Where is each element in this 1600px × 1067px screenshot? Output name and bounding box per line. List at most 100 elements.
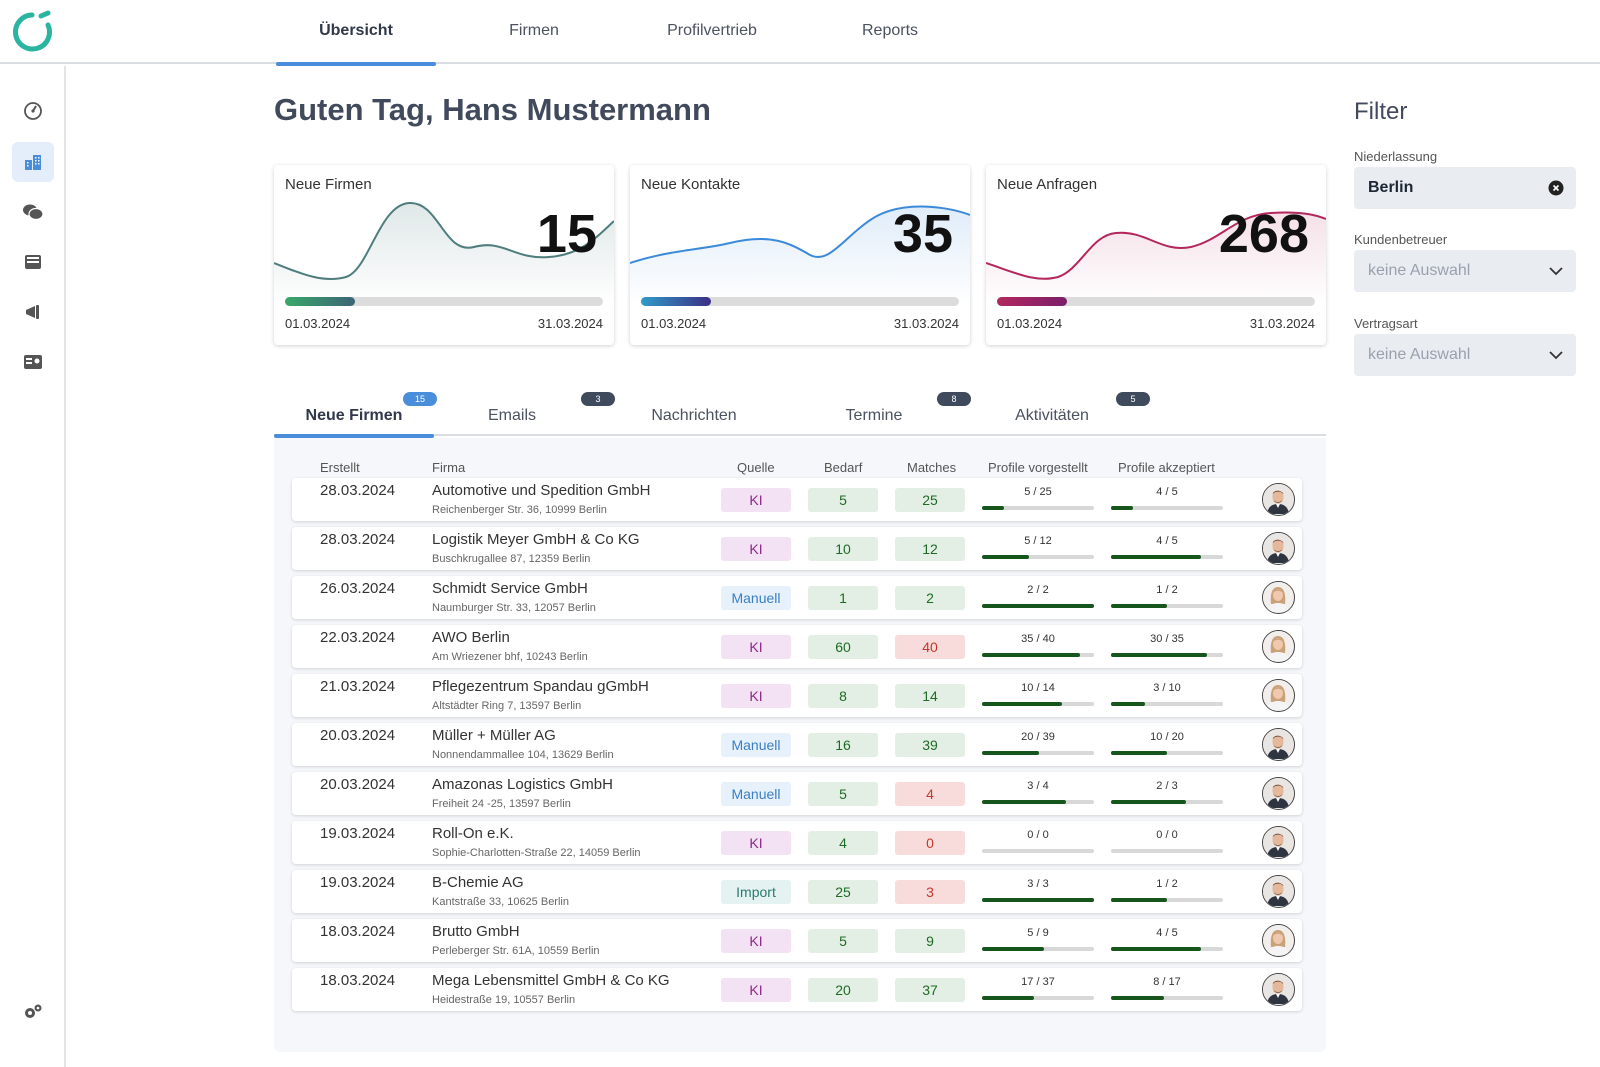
company-name[interactable]: Automotive und Spedition GmbH <box>432 482 650 499</box>
col-header-quelle[interactable]: Quelle <box>737 460 775 475</box>
table-row[interactable]: 26.03.2024 Schmidt Service GmbH Naumburger… <box>292 576 1302 619</box>
progress-track <box>1111 702 1223 706</box>
card-progress-track <box>997 297 1315 306</box>
table-row[interactable]: 18.03.2024 Brutto GmbH Perleberger Str. 61… <box>292 919 1302 962</box>
assignee-avatar[interactable] <box>1262 924 1295 957</box>
card-end-date: 31.03.2024 <box>1249 316 1315 331</box>
kundenbetreuer-value: keine Auswahl <box>1368 262 1471 279</box>
settings-gears-icon[interactable] <box>12 992 54 1032</box>
assignee-avatar[interactable] <box>1262 532 1295 565</box>
col-header-matches[interactable]: Matches <box>907 460 956 475</box>
matches-value[interactable]: 3 <box>895 880 965 904</box>
col-header-profile-akzeptiert[interactable]: Profile akzeptiert <box>1118 460 1215 475</box>
kundenbetreuer-select[interactable]: keine Auswahl <box>1354 250 1576 292</box>
table-row[interactable]: 21.03.2024 Pflegezentrum Spandau gGmbH Alt… <box>292 674 1302 717</box>
table-row[interactable]: 28.03.2024 Logistik Meyer GmbH & Co KG Bus… <box>292 527 1302 570</box>
stat-card-neue-firmen[interactable]: Neue Firmen 15 01.03.2024 31.03.2024 <box>274 165 614 345</box>
progress-track <box>1111 604 1223 608</box>
progress-text: 10 / 20 <box>1150 731 1184 743</box>
progress-track <box>1111 751 1223 755</box>
bedarf-value: 4 <box>808 831 878 855</box>
profile-akzeptiert-progress: 0 / 0 <box>1111 829 1223 853</box>
card-value: 15 <box>536 204 597 264</box>
nav-tab-firmen[interactable]: Firmen <box>474 0 594 64</box>
progress-track <box>1111 849 1223 853</box>
table-row[interactable]: 22.03.2024 AWO Berlin Am Wriezener bhf, 10… <box>292 625 1302 668</box>
tab-neue-firmen[interactable]: Neue Firmen <box>274 407 434 438</box>
progress-fill <box>982 604 1094 608</box>
company-name[interactable]: Roll-On e.K. <box>432 825 514 842</box>
table-row[interactable]: 19.03.2024 Roll-On e.K. Sophie-Charlotten-… <box>292 821 1302 864</box>
col-header-erstellt[interactable]: Erstellt <box>320 460 360 475</box>
matches-value[interactable]: 39 <box>895 733 965 757</box>
card-title: Neue Anfragen <box>997 176 1098 193</box>
assignee-avatar[interactable] <box>1262 728 1295 761</box>
table-row[interactable]: 18.03.2024 Mega Lebensmittel GmbH & Co KG… <box>292 968 1302 1011</box>
matches-value[interactable]: 0 <box>895 831 965 855</box>
company-name[interactable]: Pflegezentrum Spandau gGmbH <box>432 678 649 695</box>
tab-aktivitaeten[interactable]: Aktivitäten <box>982 407 1122 436</box>
assignee-avatar[interactable] <box>1262 483 1295 516</box>
company-name[interactable]: Müller + Müller AG <box>432 727 556 744</box>
matches-value[interactable]: 14 <box>895 684 965 708</box>
matches-value[interactable]: 2 <box>895 586 965 610</box>
assignee-avatar[interactable] <box>1262 581 1295 614</box>
company-name[interactable]: AWO Berlin <box>432 629 510 646</box>
buildings-icon[interactable] <box>12 142 54 182</box>
table-row[interactable]: 20.03.2024 Amazonas Logistics GmbH Freihei… <box>292 772 1302 815</box>
chat-bubbles-icon[interactable] <box>12 192 54 232</box>
card-end-date: 31.03.2024 <box>537 316 603 331</box>
tab-termine[interactable]: Termine <box>814 407 934 436</box>
vertragsart-select[interactable]: keine Auswahl <box>1354 334 1576 376</box>
matches-value[interactable]: 12 <box>895 537 965 561</box>
profile-akzeptiert-progress: 30 / 35 <box>1111 633 1223 657</box>
inbox-tray-icon[interactable] <box>12 242 54 282</box>
profile-vorgestellt-progress: 5 / 25 <box>982 486 1094 510</box>
matches-value[interactable]: 9 <box>895 929 965 953</box>
progress-text: 1 / 2 <box>1156 878 1178 890</box>
card-start-date: 01.03.2024 <box>285 316 351 331</box>
matches-value[interactable]: 25 <box>895 488 965 512</box>
created-date: 19.03.2024 <box>320 874 396 891</box>
assignee-avatar[interactable] <box>1262 875 1295 908</box>
assignee-avatar[interactable] <box>1262 630 1295 663</box>
megaphone-icon[interactable] <box>12 292 54 332</box>
company-name[interactable]: Brutto GmbH <box>432 923 520 940</box>
col-header-bedarf[interactable]: Bedarf <box>824 460 862 475</box>
card-progress-fill <box>641 297 711 306</box>
assignee-avatar[interactable] <box>1262 973 1295 1006</box>
table-row[interactable]: 28.03.2024 Automotive und Spedition GmbH R… <box>292 478 1302 521</box>
bedarf-value: 10 <box>808 537 878 561</box>
niederlassung-select[interactable]: Berlin <box>1354 167 1576 209</box>
dashboard-gauge-icon[interactable] <box>12 91 54 131</box>
company-name[interactable]: Schmidt Service GmbH <box>432 580 588 597</box>
matches-value[interactable]: 4 <box>895 782 965 806</box>
nav-tab-profilvertrieb[interactable]: Profilvertrieb <box>642 0 782 64</box>
tab-nachrichten[interactable]: Nachrichten <box>624 407 764 436</box>
card-title: Neue Kontakte <box>641 176 741 193</box>
matches-value[interactable]: 37 <box>895 978 965 1002</box>
matches-value[interactable]: 40 <box>895 635 965 659</box>
col-header-firma[interactable]: Firma <box>432 460 465 475</box>
col-header-profile-vorgestellt[interactable]: Profile vorgestellt <box>988 460 1088 475</box>
clear-icon[interactable] <box>1548 167 1564 209</box>
assignee-avatar[interactable] <box>1262 777 1295 810</box>
app-logo-icon[interactable] <box>10 10 54 54</box>
table-row[interactable]: 20.03.2024 Müller + Müller AG Nonnendammal… <box>292 723 1302 766</box>
company-name[interactable]: Amazonas Logistics GmbH <box>432 776 613 793</box>
table-row[interactable]: 19.03.2024 B-Chemie AG Kantstraße 33, 1062… <box>292 870 1302 913</box>
company-address: Heidestraße 19, 10557 Berlin <box>432 994 576 1006</box>
nav-tab-reports[interactable]: Reports <box>830 0 950 64</box>
nav-tab-uebersicht[interactable]: Übersicht <box>276 0 436 66</box>
company-name[interactable]: B-Chemie AG <box>432 874 524 891</box>
company-name[interactable]: Logistik Meyer GmbH & Co KG <box>432 531 640 548</box>
tab-emails[interactable]: Emails <box>452 407 572 436</box>
company-name[interactable]: Mega Lebensmittel GmbH & Co KG <box>432 972 670 989</box>
assignee-avatar[interactable] <box>1262 679 1295 712</box>
card-progress-fill <box>285 297 355 306</box>
stat-card-neue-kontakte[interactable]: Neue Kontakte 35 01.03.2024 31.03.2024 <box>630 165 970 345</box>
assignee-avatar[interactable] <box>1262 826 1295 859</box>
stat-card-neue-anfragen[interactable]: Neue Anfragen 268 01.03.2024 31.03.2024 <box>986 165 1326 345</box>
progress-fill <box>1111 555 1201 559</box>
id-card-icon[interactable] <box>12 342 54 382</box>
